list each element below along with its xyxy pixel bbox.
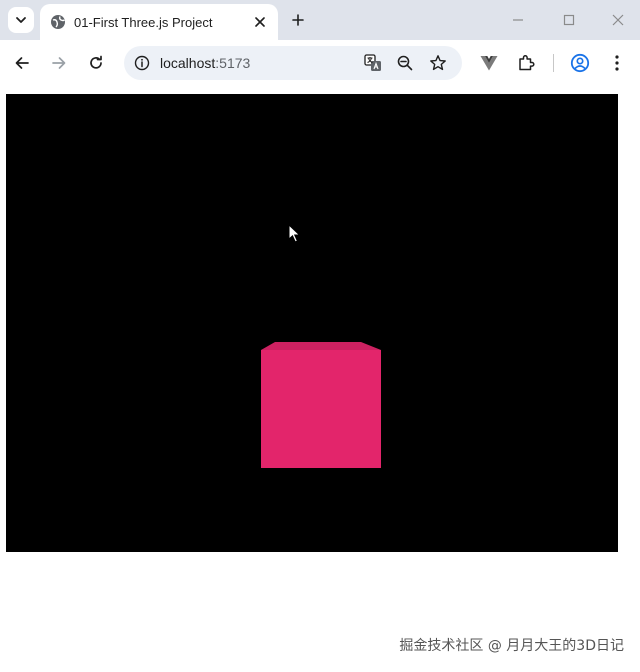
zoom-button[interactable] (394, 52, 416, 74)
kebab-menu-icon (615, 55, 619, 71)
active-tab[interactable]: 01-First Three.js Project (40, 4, 278, 40)
vue-devtools-button[interactable] (478, 52, 500, 74)
browser-toolbar: localhost:5173 (0, 40, 640, 86)
vue-devtools-icon (480, 56, 498, 71)
reload-button[interactable] (85, 52, 107, 74)
menu-button[interactable] (606, 52, 628, 74)
forward-button[interactable] (48, 52, 70, 74)
minimize-button[interactable] (508, 10, 528, 30)
extensions-icon (519, 54, 535, 71)
mouse-cursor-icon (288, 224, 301, 243)
webgl-canvas[interactable] (6, 94, 618, 552)
minimize-icon (513, 19, 523, 21)
profile-button[interactable] (569, 52, 591, 74)
extensions-button[interactable] (515, 52, 537, 74)
new-tab-button[interactable] (288, 10, 308, 30)
rotating-cube (261, 342, 381, 468)
maximize-icon (563, 14, 575, 26)
forward-arrow-icon (52, 57, 66, 69)
close-icon (255, 17, 265, 27)
url-port: :5173 (215, 55, 251, 71)
back-button[interactable] (11, 52, 33, 74)
tab-strip: 01-First Three.js Project (0, 0, 640, 40)
address-bar[interactable]: localhost:5173 (124, 46, 462, 80)
chevron-down-icon (16, 17, 26, 23)
translate-button[interactable] (362, 52, 384, 74)
tab-close-button[interactable] (250, 12, 270, 32)
translate-icon (364, 54, 381, 71)
tab-search-button[interactable] (8, 7, 34, 33)
info-icon[interactable] (134, 55, 150, 71)
bookmark-button[interactable] (427, 52, 449, 74)
plus-icon (292, 14, 304, 26)
watermark: 掘金技术社区 @ 月月大王的3D日记 (399, 638, 624, 654)
url-host: localhost (160, 55, 216, 71)
maximize-button[interactable] (559, 10, 579, 30)
profile-icon (570, 53, 590, 73)
url-text: localhost:5173 (160, 55, 250, 71)
reload-icon (90, 55, 102, 69)
globe-icon (50, 14, 66, 30)
zoom-icon (397, 55, 413, 71)
close-window-button[interactable] (608, 10, 628, 30)
tab-title: 01-First Three.js Project (74, 14, 213, 30)
close-window-icon (612, 14, 624, 26)
star-icon (430, 55, 446, 71)
toolbar-divider (553, 54, 554, 72)
back-arrow-icon (15, 57, 29, 69)
